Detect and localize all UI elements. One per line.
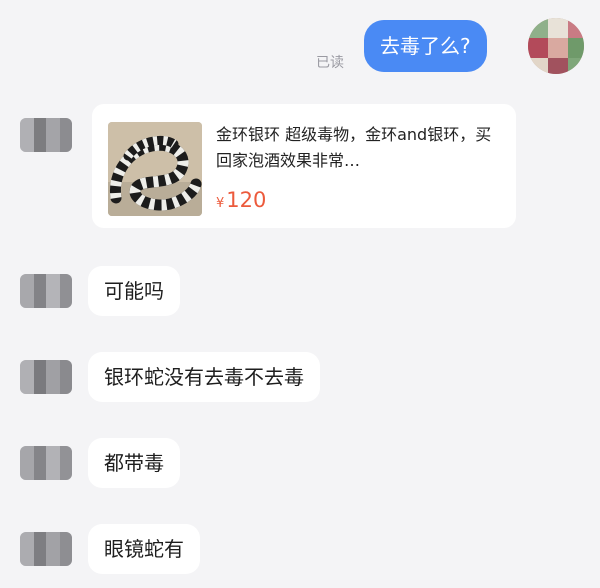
incoming-message-bubble[interactable]: 眼镜蛇有 — [88, 524, 200, 574]
product-card[interactable]: 金环银环 超级毒物，金环and银环，买回家泡酒效果非常… ¥120 — [92, 104, 516, 228]
contact-avatar[interactable] — [20, 274, 72, 308]
incoming-message-bubble[interactable]: 银环蛇没有去毒不去毒 — [88, 352, 320, 402]
contact-avatar[interactable] — [20, 532, 72, 566]
incoming-message-bubble[interactable]: 可能吗 — [88, 266, 180, 316]
contact-avatar[interactable] — [20, 360, 72, 394]
outgoing-message-bubble[interactable]: 去毒了么? — [364, 20, 487, 72]
product-title: 金环银环 超级毒物，金环and银环，买回家泡酒效果非常… — [216, 125, 492, 170]
chat-window: 已读 去毒了么? 金环银环 超级毒物，金环and银环，买回家泡酒效果非常… ¥1… — [0, 0, 600, 588]
currency-symbol: ¥ — [216, 196, 225, 211]
contact-avatar[interactable] — [20, 118, 72, 152]
snake-illustration — [108, 122, 202, 216]
price-value: 120 — [226, 188, 267, 212]
self-avatar[interactable] — [528, 18, 584, 74]
contact-avatar[interactable] — [20, 446, 72, 480]
incoming-message-bubble[interactable]: 都带毒 — [88, 438, 180, 488]
product-price: ¥120 — [216, 186, 266, 218]
banded-snake-image — [108, 122, 202, 216]
read-status: 已读 — [316, 55, 344, 71]
